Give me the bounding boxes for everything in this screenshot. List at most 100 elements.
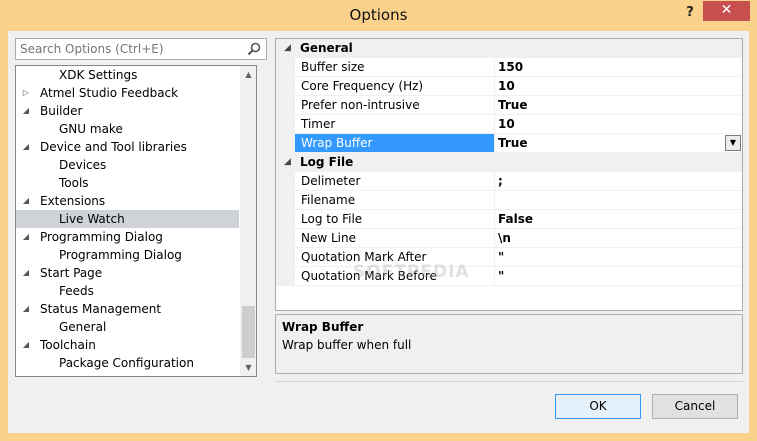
tree-item-label: Extensions: [40, 194, 106, 208]
property-name[interactable]: Log to File: [295, 210, 495, 229]
property-value[interactable]: ;: [495, 172, 742, 191]
collapse-arrow-icon[interactable]: ◢: [21, 138, 31, 156]
row-gutter: [276, 191, 295, 210]
tree-item[interactable]: GNU make: [16, 120, 239, 138]
property-name[interactable]: Core Frequency (Hz): [295, 77, 495, 96]
property-row[interactable]: Delimeter;: [276, 172, 742, 191]
property-row[interactable]: Filename: [276, 191, 742, 210]
tree-item[interactable]: Feeds: [16, 282, 239, 300]
row-gutter: [276, 229, 295, 248]
row-gutter: [276, 267, 295, 286]
tree-item-label: Feeds: [59, 284, 94, 298]
property-value-text: ": [498, 269, 505, 283]
tree-item-label: Programming Dialog: [40, 230, 163, 244]
collapse-arrow-icon[interactable]: ◢: [21, 336, 31, 354]
tree-item[interactable]: Package Configuration: [16, 354, 239, 372]
collapse-arrow-icon[interactable]: ◢: [21, 228, 31, 246]
tree-item-label: Live Watch: [59, 212, 125, 226]
tree-item[interactable]: ◢ Programming Dialog: [16, 228, 239, 246]
property-name[interactable]: Timer: [295, 115, 495, 134]
scroll-down-icon[interactable]: ▼: [240, 359, 256, 376]
property-row[interactable]: Timer 10: [276, 115, 742, 134]
category-label: Log File: [300, 155, 354, 169]
property-row[interactable]: Quotation Mark After ": [276, 248, 742, 267]
property-value[interactable]: True: [495, 96, 742, 115]
property-name[interactable]: Delimeter: [295, 172, 495, 191]
property-value[interactable]: ": [495, 248, 742, 267]
tree-item-label: Package Configuration: [59, 356, 194, 370]
scroll-up-icon[interactable]: ▲: [240, 66, 256, 83]
tree-item[interactable]: ◢ Device and Tool libraries: [16, 138, 239, 156]
search-box[interactable]: [15, 38, 267, 60]
cancel-button[interactable]: Cancel: [652, 394, 738, 419]
tree-item-label: XDK Settings: [59, 68, 138, 82]
tree-item[interactable]: Programming Dialog: [16, 246, 239, 264]
grid-category[interactable]: ◢ Log File: [276, 153, 742, 172]
tree-item[interactable]: Devices: [16, 156, 239, 174]
property-row[interactable]: Wrap Buffer True ▼: [276, 134, 742, 153]
property-value-text: 10: [498, 117, 515, 131]
tree-item[interactable]: Tools: [16, 174, 239, 192]
property-value[interactable]: False: [495, 210, 742, 229]
row-gutter: [276, 115, 295, 134]
tree-item[interactable]: XDK Settings: [16, 66, 239, 84]
description-pane: Wrap Buffer Wrap buffer when full: [275, 314, 743, 374]
grid-category[interactable]: ◢ General: [276, 39, 742, 58]
collapse-arrow-icon[interactable]: ◢: [284, 153, 291, 172]
property-grid[interactable]: ◢ General Buffer size 150 Core Frequency (Hz…: [275, 38, 743, 311]
tree-item-label: Atmel Studio Feedback: [40, 86, 179, 100]
options-tree[interactable]: Package Configuration ◢ Toolchain General ◢ S…: [15, 65, 257, 377]
property-value-text: ;: [498, 174, 503, 188]
search-icon[interactable]: [246, 41, 262, 57]
property-name[interactable]: Wrap Buffer: [295, 134, 495, 153]
property-row[interactable]: New Line \n: [276, 229, 742, 248]
property-row[interactable]: Quotation Mark Before ": [276, 267, 742, 286]
property-value[interactable]: True ▼: [495, 134, 742, 153]
property-value[interactable]: [495, 191, 742, 210]
property-row[interactable]: Log to File False: [276, 210, 742, 229]
row-gutter: [276, 96, 295, 115]
tree-item-label: General: [59, 320, 107, 334]
property-value[interactable]: \n: [495, 229, 742, 248]
expand-arrow-icon[interactable]: ▷: [21, 84, 31, 102]
property-value[interactable]: ": [495, 267, 742, 286]
tree-item[interactable]: ◢ Start Page: [16, 264, 239, 282]
row-gutter: [276, 172, 295, 191]
category-label: General: [300, 41, 353, 55]
tree-item[interactable]: ◢ Builder: [16, 102, 239, 120]
property-row[interactable]: Core Frequency (Hz) 10: [276, 77, 742, 96]
collapse-arrow-icon[interactable]: ◢: [21, 102, 31, 120]
property-value-text: True: [498, 136, 528, 150]
help-button[interactable]: ?: [680, 3, 700, 23]
search-input[interactable]: [20, 41, 235, 57]
property-value-text: True: [498, 98, 528, 112]
property-value[interactable]: 10: [495, 115, 742, 134]
description-text: Wrap buffer when full: [282, 338, 412, 352]
property-name[interactable]: Filename: [295, 191, 495, 210]
scrollbar-thumb[interactable]: [242, 306, 255, 358]
property-row[interactable]: Buffer size 150: [276, 58, 742, 77]
property-value-text: 150: [498, 60, 524, 74]
property-name[interactable]: Prefer non-intrusive: [295, 96, 495, 115]
tree-item[interactable]: General: [16, 318, 239, 336]
property-name[interactable]: Buffer size: [295, 58, 495, 77]
property-value[interactable]: 150: [495, 58, 742, 77]
collapse-arrow-icon[interactable]: ◢: [284, 39, 291, 58]
collapse-arrow-icon[interactable]: ◢: [21, 300, 31, 318]
title-bar: Options ? ✕: [0, 0, 757, 31]
row-gutter: [276, 58, 295, 77]
close-button[interactable]: ✕: [703, 1, 750, 21]
tree-scrollbar[interactable]: ▲ ▼: [240, 66, 256, 376]
collapse-arrow-icon[interactable]: ◢: [21, 192, 31, 210]
tree-item[interactable]: ▷ Atmel Studio Feedback: [16, 84, 239, 102]
tree-item[interactable]: ◢ Extensions: [16, 192, 239, 210]
property-value[interactable]: 10: [495, 77, 742, 96]
property-row[interactable]: Prefer non-intrusive True: [276, 96, 742, 115]
tree-item[interactable]: ◢ Toolchain: [16, 336, 239, 354]
ok-button[interactable]: OK: [555, 394, 641, 419]
dropdown-arrow-icon[interactable]: ▼: [725, 135, 741, 151]
tree-item[interactable]: Live Watch: [16, 210, 239, 228]
collapse-arrow-icon[interactable]: ◢: [21, 264, 31, 282]
property-name[interactable]: New Line: [295, 229, 495, 248]
tree-item[interactable]: ◢ Status Management: [16, 300, 239, 318]
